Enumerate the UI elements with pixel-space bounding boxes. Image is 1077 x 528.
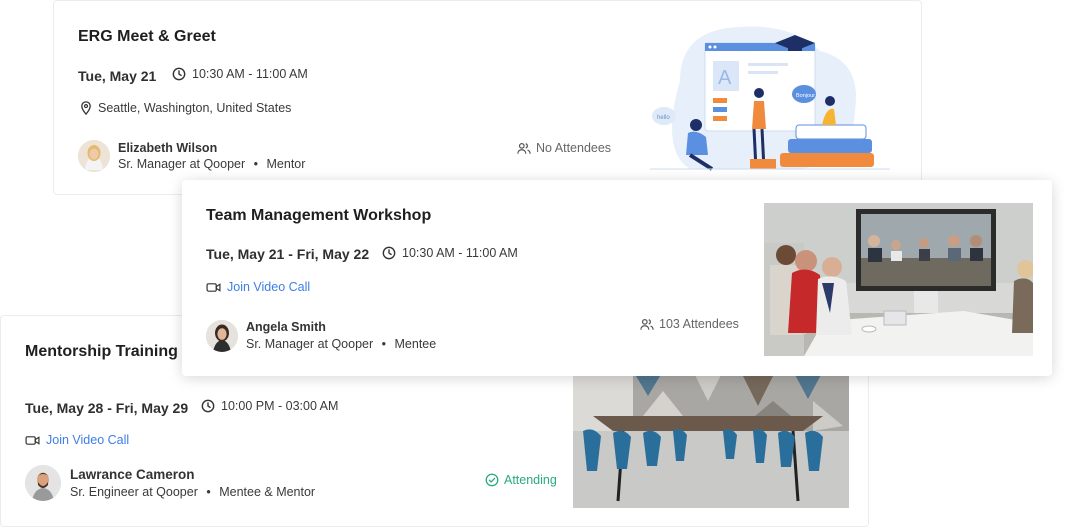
host-role-text: Sr. Engineer at Qooper — [70, 485, 198, 499]
join-video-call-label: Join Video Call — [227, 280, 311, 294]
host-role-text: Sr. Manager at Qooper — [118, 157, 246, 171]
attendee-count[interactable]: No Attendees — [517, 141, 611, 155]
event-time-label: 10:00 PM - 03:00 AM — [221, 399, 339, 413]
host-name[interactable]: Elizabeth Wilson — [118, 141, 217, 155]
avatar — [25, 465, 61, 501]
attendee-count-label: 103 Attendees — [659, 317, 739, 331]
event-time-label: 10:30 AM - 11:00 AM — [192, 67, 308, 81]
avatar — [78, 140, 110, 172]
separator-dot: • — [253, 157, 259, 171]
event-location: Seattle, Washington, United States — [80, 101, 291, 115]
map-pin-icon — [81, 101, 91, 115]
event-time: 10:00 PM - 03:00 AM — [201, 399, 338, 413]
event-card-team-management[interactable]: Team Management Workshop Tue, May 21 - F… — [182, 180, 1052, 376]
video-camera-icon — [206, 282, 221, 292]
event-time-label: 10:30 AM - 11:00 AM — [402, 246, 518, 260]
video-camera-icon — [25, 435, 40, 445]
host-name[interactable]: Lawrance Cameron — [70, 467, 195, 482]
clock-icon — [201, 399, 215, 413]
education-illustration: hello A Bonjour — [650, 21, 890, 173]
clock-icon — [172, 67, 186, 81]
people-icon — [517, 142, 531, 154]
video-conference-photo — [764, 203, 1033, 356]
event-date: Tue, May 21 - Fri, May 22 — [206, 246, 370, 262]
event-time: 10:30 AM - 11:00 AM — [382, 246, 518, 260]
bubble-right-text: Bonjour — [796, 93, 815, 99]
host-relation: Mentor — [266, 157, 306, 171]
event-title[interactable]: Team Management Workshop — [206, 207, 431, 225]
event-time: 10:30 AM - 11:00 AM — [172, 67, 308, 81]
attendee-count-label: No Attendees — [536, 141, 612, 155]
join-video-call-label: Join Video Call — [46, 433, 130, 447]
check-circle-icon — [485, 473, 499, 487]
clock-icon — [382, 246, 396, 260]
attending-status[interactable]: Attending — [485, 473, 557, 487]
event-date: Tue, May 28 - Fri, May 29 — [25, 400, 189, 416]
host-role: Sr. Manager at Qooper • Mentor — [118, 157, 305, 171]
letter-a: A — [718, 67, 732, 89]
separator-dot: • — [381, 337, 387, 351]
event-card-erg[interactable]: ERG Meet & Greet Tue, May 21 10:30 AM - … — [53, 0, 922, 195]
host-role: Sr. Engineer at Qooper • Mentee & Mentor — [70, 485, 315, 499]
bubble-left-text: hello — [657, 115, 670, 121]
event-location-label: Seattle, Washington, United States — [98, 101, 292, 115]
host-role-text: Sr. Manager at Qooper — [246, 337, 374, 351]
host-relation: Mentee & Mentor — [219, 485, 316, 499]
join-video-call-link[interactable]: Join Video Call — [25, 433, 129, 447]
event-title[interactable]: Mentorship Training E — [25, 343, 193, 361]
separator-dot: • — [206, 485, 211, 499]
people-icon — [640, 318, 654, 330]
join-video-call-link[interactable]: Join Video Call — [206, 280, 310, 294]
attendee-count[interactable]: 103 Attendees — [640, 317, 739, 331]
host-role: Sr. Manager at Qooper • Mentee — [246, 337, 436, 351]
avatar — [206, 320, 238, 352]
event-title[interactable]: ERG Meet & Greet — [78, 28, 216, 46]
conference-room-photo — [573, 371, 849, 508]
attending-status-label: Attending — [504, 473, 557, 487]
host-relation: Mentee — [394, 337, 437, 351]
host-name[interactable]: Angela Smith — [246, 320, 326, 334]
event-date: Tue, May 21 — [78, 68, 157, 84]
